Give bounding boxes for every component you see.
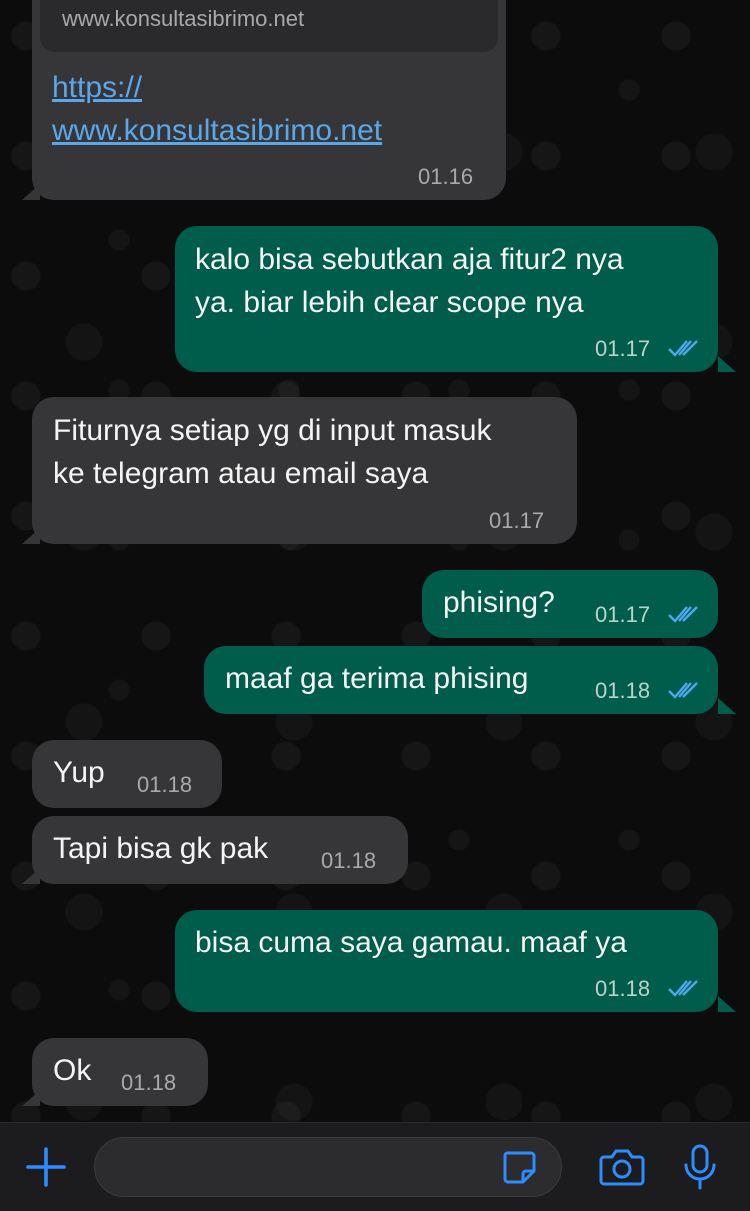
plus-icon[interactable] (24, 1145, 68, 1189)
message-text: maaf ga terima phising (225, 662, 529, 695)
message-time: 01.18 (137, 772, 193, 797)
message-input[interactable] (115, 1146, 499, 1190)
message-bubble-incoming[interactable]: Fiturnya setiap yg di input masuk ke tel… (32, 397, 577, 544)
message-text: ya. biar lebih clear scope nya (195, 286, 584, 319)
message-text: Tapi bisa gk pak (53, 832, 269, 865)
bubble-tail (718, 996, 736, 1012)
message-bubble-outgoing[interactable]: bisa cuma saya gamau. maaf ya 01.18 (175, 910, 718, 1012)
bubble-tail (718, 698, 736, 714)
bubble-tail (22, 184, 40, 200)
message-time: 01.18 (595, 976, 651, 1001)
microphone-icon[interactable] (682, 1143, 718, 1191)
message-text: bisa cuma saya gamau. maaf ya (195, 926, 627, 959)
read-receipt-icon (668, 682, 698, 699)
message-time: 01.17 (595, 336, 651, 361)
message-text: ke telegram atau email saya (53, 457, 429, 490)
message-time: 01.18 (121, 1070, 177, 1095)
message-text: kalo bisa sebutkan aja fitur2 nya (195, 243, 624, 276)
message-bubble-outgoing[interactable]: maaf ga terima phising 01.18 (204, 646, 718, 714)
message-text: Fiturnya setiap yg di input masuk (53, 414, 492, 447)
message-text: Yup (53, 756, 105, 789)
message-link[interactable]: www.konsultasibrimo.net (52, 109, 382, 152)
bubble-tail (22, 1090, 40, 1106)
message-time: 01.17 (489, 508, 545, 533)
message-bubble-incoming[interactable]: Tapi bisa gk pak 01.18 (32, 816, 408, 884)
camera-icon[interactable] (598, 1147, 646, 1187)
message-bubble-outgoing[interactable]: phising? 01.17 (422, 570, 718, 638)
message-time: 01.17 (595, 602, 651, 627)
sticker-icon[interactable] (499, 1147, 539, 1187)
message-text: Ok (53, 1054, 92, 1087)
message-time: 01.16 (418, 164, 474, 189)
message-composer (0, 1122, 750, 1211)
message-time: 01.18 (595, 678, 651, 703)
read-receipt-icon (668, 606, 698, 623)
message-input-container[interactable] (94, 1137, 562, 1197)
bubble-tail (718, 356, 736, 372)
link-preview-domain: www.konsultasibrimo.net (62, 6, 305, 31)
read-receipt-icon (668, 340, 698, 357)
message-bubble-incoming[interactable]: Yup 01.18 (32, 740, 222, 808)
read-receipt-icon (668, 980, 698, 997)
message-bubble-outgoing[interactable]: kalo bisa sebutkan aja fitur2 nya ya. bi… (175, 226, 718, 372)
message-bubble-incoming[interactable]: Ok 01.18 (32, 1038, 208, 1106)
link-preview[interactable]: www.konsultasibrimo.net (40, 0, 498, 52)
message-text: phising? (443, 586, 555, 619)
message-link[interactable]: https:// (52, 66, 142, 109)
message-time: 01.18 (321, 848, 377, 873)
bubble-tail (22, 868, 40, 884)
bubble-tail (22, 528, 40, 544)
